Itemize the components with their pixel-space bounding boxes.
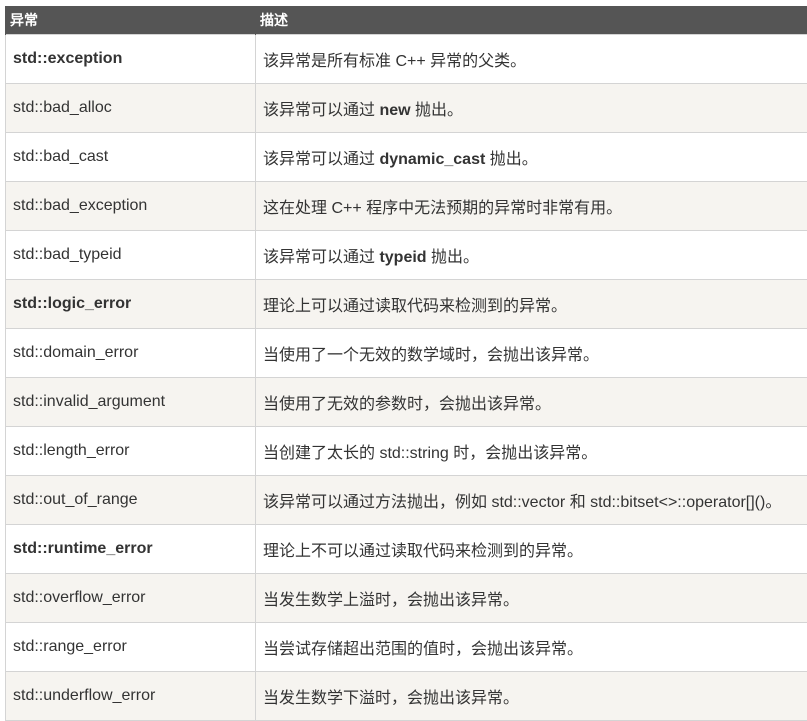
exception-description-cell: 当使用了无效的参数时，会抛出该异常。	[256, 378, 807, 427]
exception-name-cell: std::bad_typeid	[6, 231, 256, 280]
description-text: 该异常可以通过	[263, 249, 379, 266]
exception-description-cell: 当尝试存储超出范围的值时，会抛出该异常。	[256, 623, 807, 672]
description-keyword: dynamic_cast	[379, 151, 485, 168]
exception-description-cell: 该异常可以通过 dynamic_cast 抛出。	[256, 133, 807, 182]
description-keyword: new	[379, 102, 410, 119]
exception-name-cell: std::bad_exception	[6, 182, 256, 231]
description-text: 该异常可以通过方法抛出，例如 std::vector 和 std::bitset…	[263, 494, 781, 511]
description-text: 当发生数学下溢时，会抛出该异常。	[263, 690, 519, 707]
description-text: 该异常可以通过	[263, 102, 379, 119]
table-row: std::underflow_error 当发生数学下溢时，会抛出该异常。	[6, 672, 807, 721]
table-row: std::exception 该异常是所有标准 C++ 异常的父类。	[6, 35, 807, 84]
exception-name-cell: std::bad_cast	[6, 133, 256, 182]
table-row: std::bad_exception 这在处理 C++ 程序中无法预期的异常时非常…	[6, 182, 807, 231]
exception-name-cell: std::exception	[6, 35, 256, 84]
exception-name-cell: std::runtime_error	[6, 525, 256, 574]
table-body: std::exception 该异常是所有标准 C++ 异常的父类。std::ba…	[6, 35, 807, 721]
exception-name-cell: std::logic_error	[6, 280, 256, 329]
exception-name-cell: std::range_error	[6, 623, 256, 672]
exception-table-container: 异常 描述 std::exception该异常是所有标准 C++ 异常的父类。s…	[5, 6, 807, 721]
table-header-row: 异常 描述	[6, 6, 807, 35]
table-row: std::runtime_error 理论上不可以通过读取代码来检测到的异常。	[6, 525, 807, 574]
table-row: std::out_of_range 该异常可以通过方法抛出，例如 std::vec…	[6, 476, 807, 525]
exception-table: 异常 描述 std::exception该异常是所有标准 C++ 异常的父类。s…	[5, 6, 807, 721]
table-row: std::logic_error 理论上可以通过读取代码来检测到的异常。	[6, 280, 807, 329]
table-row: std::domain_error 当使用了一个无效的数学域时，会抛出该异常。	[6, 329, 807, 378]
exception-description-cell: 当发生数学下溢时，会抛出该异常。	[256, 672, 807, 721]
header-description: 描述	[256, 6, 807, 35]
description-keyword: typeid	[379, 249, 426, 266]
table-row: std::overflow_error 当发生数学上溢时，会抛出该异常。	[6, 574, 807, 623]
table-row: std::range_error 当尝试存储超出范围的值时，会抛出该异常。	[6, 623, 807, 672]
exception-description-cell: 当使用了一个无效的数学域时，会抛出该异常。	[256, 329, 807, 378]
exception-name-cell: std::underflow_error	[6, 672, 256, 721]
exception-name-cell: std::overflow_error	[6, 574, 256, 623]
table-row: std::bad_cast该异常可以通过 dynamic_cast 抛出。	[6, 133, 807, 182]
description-text: 抛出。	[485, 151, 537, 168]
exception-description-cell: 该异常可以通过 new 抛出。	[256, 84, 807, 133]
exception-description-cell: 当发生数学上溢时，会抛出该异常。	[256, 574, 807, 623]
table-row: std::bad_typeid该异常可以通过 typeid 抛出。	[6, 231, 807, 280]
description-text: 当尝试存储超出范围的值时，会抛出该异常。	[263, 641, 583, 658]
description-text: 理论上可以通过读取代码来检测到的异常。	[263, 298, 567, 315]
description-text: 当创建了太长的 std::string 时，会抛出该异常。	[263, 445, 597, 462]
description-text: 当发生数学上溢时，会抛出该异常。	[263, 592, 519, 609]
header-exception: 异常	[6, 6, 256, 35]
exception-name-cell: std::bad_alloc	[6, 84, 256, 133]
description-text: 该异常可以通过	[263, 151, 379, 168]
description-text: 抛出。	[427, 249, 479, 266]
description-text: 理论上不可以通过读取代码来检测到的异常。	[263, 543, 583, 560]
exception-description-cell: 该异常是所有标准 C++ 异常的父类。	[256, 35, 807, 84]
table-row: std::bad_alloc该异常可以通过 new 抛出。	[6, 84, 807, 133]
exception-description-cell: 该异常可以通过 typeid 抛出。	[256, 231, 807, 280]
description-text: 当使用了无效的参数时，会抛出该异常。	[263, 396, 551, 413]
table-row: std::length_error 当创建了太长的 std::string 时，会…	[6, 427, 807, 476]
exception-description-cell: 该异常可以通过方法抛出，例如 std::vector 和 std::bitset…	[256, 476, 807, 525]
exception-name-cell: std::domain_error	[6, 329, 256, 378]
exception-description-cell: 当创建了太长的 std::string 时，会抛出该异常。	[256, 427, 807, 476]
exception-name-cell: std::length_error	[6, 427, 256, 476]
exception-name-cell: std::invalid_argument	[6, 378, 256, 427]
description-text: 该异常是所有标准 C++ 异常的父类。	[263, 53, 526, 70]
exception-description-cell: 理论上不可以通过读取代码来检测到的异常。	[256, 525, 807, 574]
description-text: 当使用了一个无效的数学域时，会抛出该异常。	[263, 347, 599, 364]
exception-description-cell: 理论上可以通过读取代码来检测到的异常。	[256, 280, 807, 329]
exception-description-cell: 这在处理 C++ 程序中无法预期的异常时非常有用。	[256, 182, 807, 231]
description-text: 抛出。	[411, 102, 463, 119]
table-row: std::invalid_argument 当使用了无效的参数时，会抛出该异常。	[6, 378, 807, 427]
description-text: 这在处理 C++ 程序中无法预期的异常时非常有用。	[263, 200, 622, 217]
exception-name-cell: std::out_of_range	[6, 476, 256, 525]
